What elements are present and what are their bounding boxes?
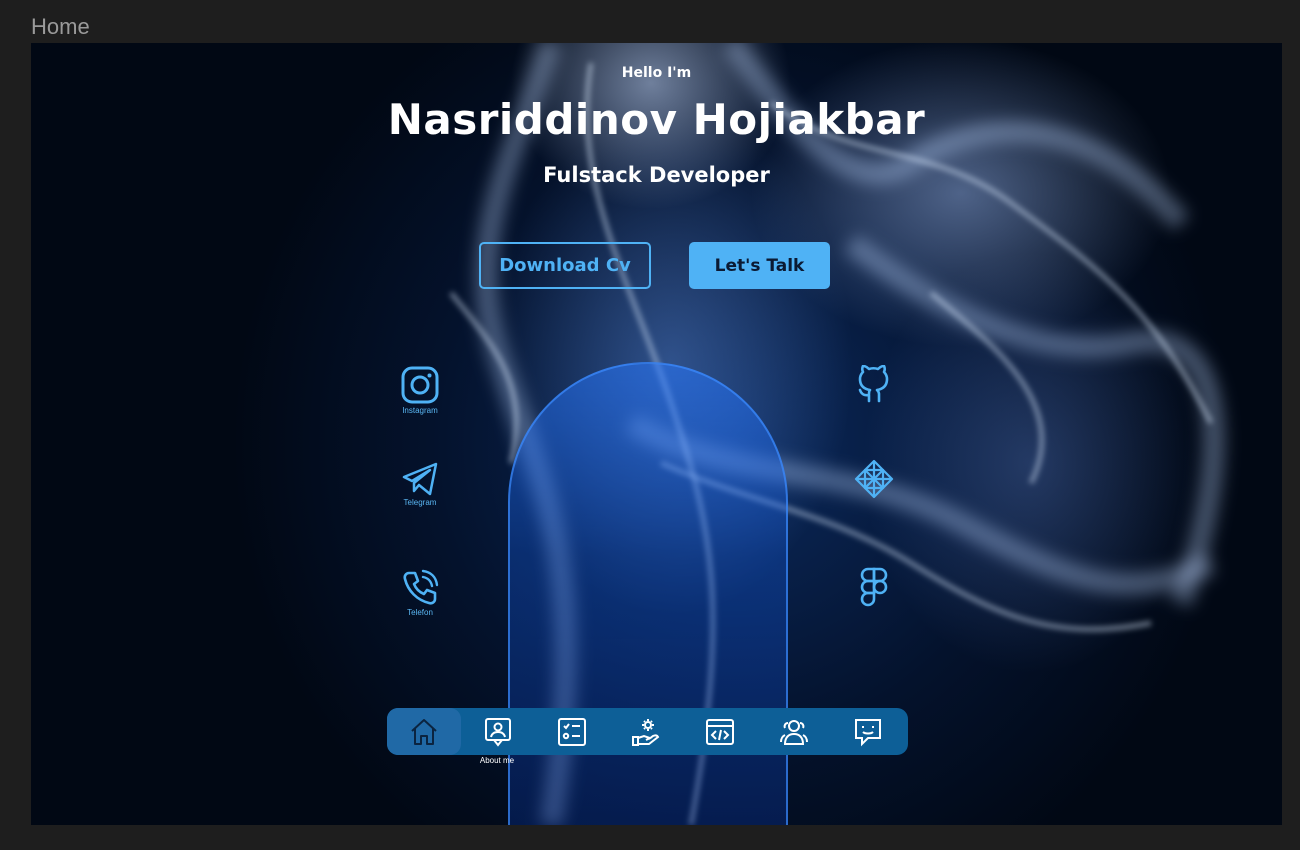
chat-icon — [855, 718, 881, 746]
nav-home[interactable] — [387, 708, 461, 755]
nav-tooltip: About me — [479, 756, 515, 765]
download-cv-button[interactable]: Download Cv — [479, 242, 651, 289]
code-icon — [706, 718, 734, 745]
social-label: Telefon — [407, 608, 433, 617]
github-icon — [858, 365, 889, 403]
instagram-icon — [401, 366, 439, 404]
portrait-arch — [508, 362, 788, 825]
bottom-nav — [387, 708, 908, 755]
codepen-icon — [854, 459, 894, 499]
hero-role: Fulstack Developer — [543, 163, 770, 187]
services-icon — [632, 718, 660, 746]
home-icon — [411, 718, 437, 745]
social-figma[interactable] — [839, 567, 909, 609]
nav-projects[interactable] — [683, 708, 757, 755]
greeting: Hello I'm — [621, 65, 692, 81]
social-label: Telegram — [403, 498, 437, 507]
nav-about[interactable] — [461, 708, 535, 755]
hero-name: Nasriddinov Hojiakbar — [387, 95, 926, 144]
nav-team[interactable] — [757, 708, 831, 755]
phone-icon — [403, 569, 439, 605]
nav-contact[interactable] — [831, 708, 905, 755]
figma-icon — [860, 567, 888, 607]
telegram-icon — [402, 462, 438, 496]
social-instagram[interactable]: Instagram — [385, 365, 455, 415]
nav-skills[interactable] — [535, 708, 609, 755]
frame-title: Home — [31, 14, 90, 39]
lets-talk-button[interactable]: Let's Talk — [689, 242, 830, 289]
social-github[interactable] — [839, 365, 909, 405]
checklist-icon — [558, 717, 586, 746]
social-codepen[interactable] — [839, 459, 909, 499]
hero-section: Hello I'm Nasriddinov Hojiakbar Fulstack… — [31, 43, 1282, 825]
social-phone[interactable]: Telefon — [385, 569, 455, 617]
social-telegram[interactable]: Telegram — [385, 461, 455, 507]
nav-services[interactable] — [609, 708, 683, 755]
social-label: Instagram — [402, 406, 438, 415]
users-icon — [780, 719, 808, 745]
about-me-icon — [485, 717, 511, 747]
